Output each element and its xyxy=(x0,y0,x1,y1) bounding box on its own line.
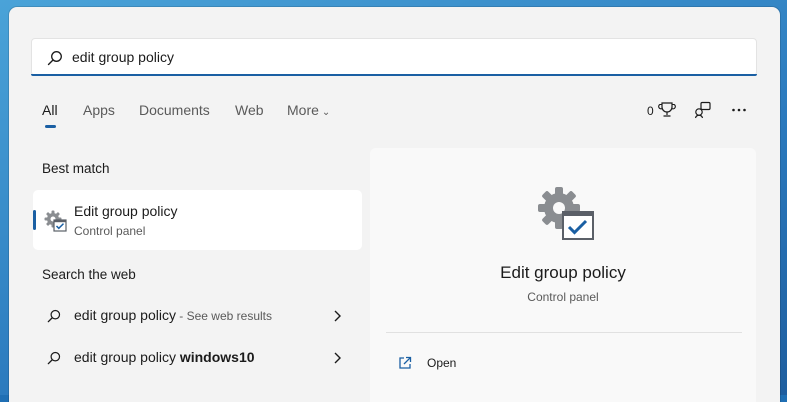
web-result-hint: - See web results xyxy=(175,309,272,323)
web-result-text: edit group policy - See web results xyxy=(74,307,272,323)
trophy-icon[interactable] xyxy=(658,101,676,119)
tab-web[interactable]: Web xyxy=(235,102,264,118)
details-pane: Edit group policy Control panel Open xyxy=(370,148,756,402)
gear-check-icon xyxy=(44,210,67,232)
search-icon xyxy=(47,309,61,323)
devices-icon[interactable] xyxy=(694,101,712,119)
web-query-bold: windows10 xyxy=(179,349,255,365)
start-search-panel: All Apps Documents Web More⌄ 0 Best matc… xyxy=(9,7,780,402)
web-query: edit group policy xyxy=(74,349,180,365)
best-match-heading: Best match xyxy=(42,161,110,176)
open-button[interactable]: Open xyxy=(398,353,598,377)
tab-documents[interactable]: Documents xyxy=(139,102,210,118)
tab-more[interactable]: More ⌄ xyxy=(287,102,330,118)
web-result-row[interactable]: edit group policy - See web results xyxy=(33,298,362,334)
search-box[interactable] xyxy=(31,38,757,76)
search-icon xyxy=(47,51,62,66)
chevron-right-icon[interactable] xyxy=(332,351,342,365)
selection-indicator xyxy=(33,210,36,230)
open-label: Open xyxy=(427,356,457,370)
active-tab-indicator xyxy=(45,125,56,128)
divider xyxy=(386,332,742,333)
rewards-count: 0 xyxy=(647,104,654,118)
details-subtitle: Control panel xyxy=(527,290,599,304)
tab-all[interactable]: All xyxy=(42,102,58,118)
web-result-text: edit group policy windows10 xyxy=(74,349,255,365)
chevron-down-icon: ⌄ xyxy=(321,107,331,118)
web-query: edit group policy xyxy=(74,307,176,323)
chevron-right-icon[interactable] xyxy=(332,309,342,323)
search-icon xyxy=(47,351,61,365)
gear-check-icon xyxy=(538,187,594,240)
search-web-heading: Search the web xyxy=(42,267,136,282)
tab-apps[interactable]: Apps xyxy=(83,102,115,118)
best-match-result[interactable]: Edit group policy Control panel xyxy=(33,190,362,250)
best-match-title: Edit group policy xyxy=(74,203,178,219)
web-result-row[interactable]: edit group policy windows10 xyxy=(33,340,362,376)
search-input[interactable] xyxy=(72,39,672,75)
ellipsis-icon[interactable] xyxy=(730,101,748,119)
best-match-subtitle: Control panel xyxy=(74,224,146,238)
open-external-icon xyxy=(399,356,412,369)
details-title: Edit group policy xyxy=(500,263,626,282)
tab-more-label: More xyxy=(287,102,319,118)
